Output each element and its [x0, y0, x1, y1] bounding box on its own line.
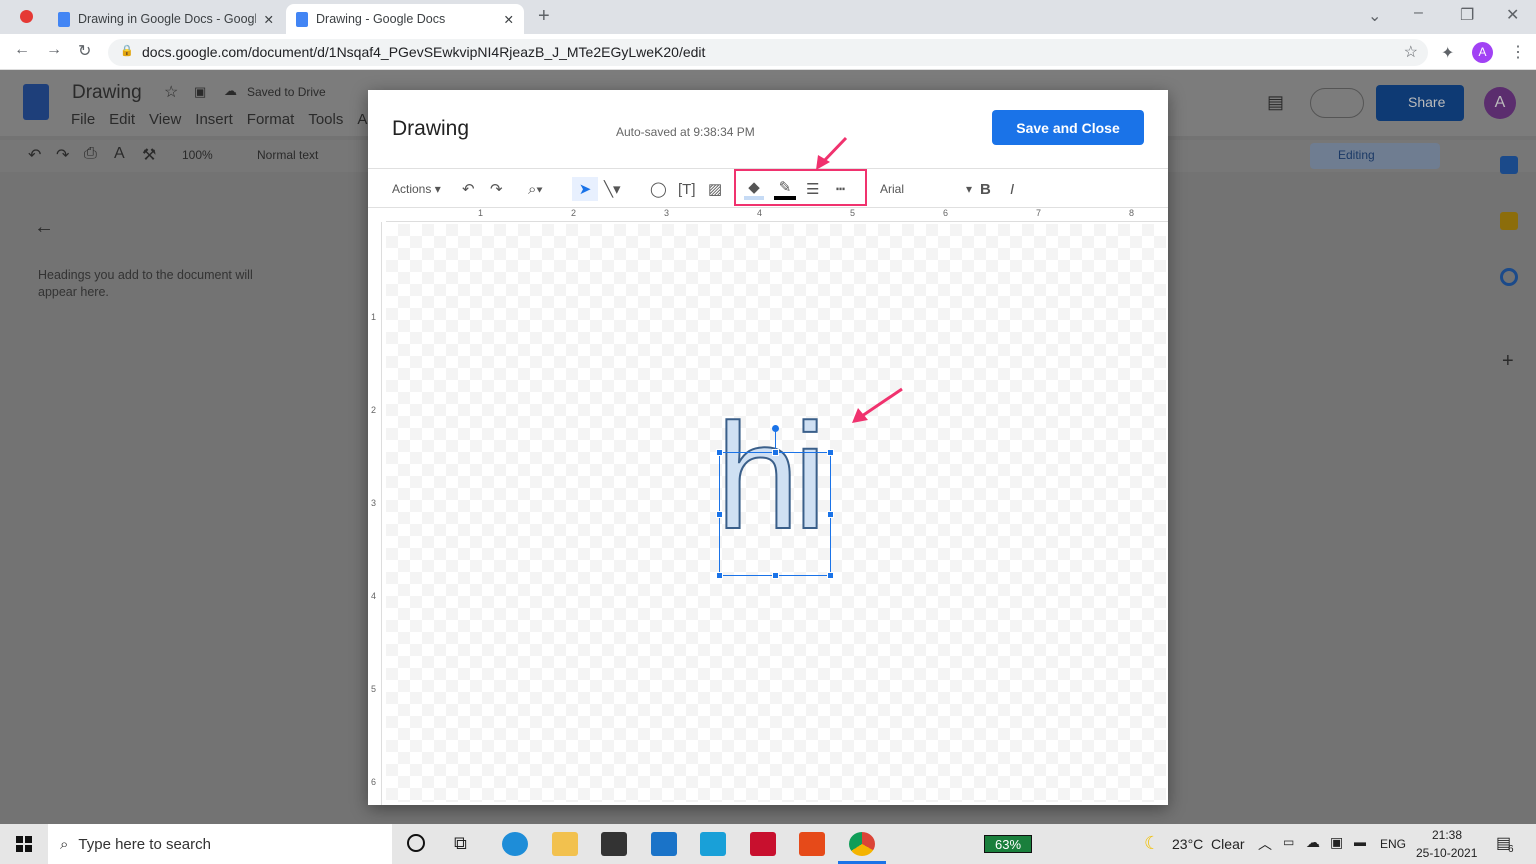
file-explorer-icon[interactable]	[552, 832, 578, 856]
add-addon-icon[interactable]: +	[1502, 350, 1514, 373]
arrow-icon	[861, 387, 903, 418]
annotation-arrows	[816, 136, 903, 423]
chrome-icon[interactable]	[849, 832, 875, 856]
battery-widget[interactable]: 63%	[984, 835, 1032, 853]
battery-icon[interactable]: ▬	[1354, 835, 1366, 849]
edge-icon[interactable]	[502, 832, 528, 856]
clock-time[interactable]: 21:38	[1432, 828, 1462, 842]
store-icon[interactable]	[601, 832, 627, 856]
side-panel: +	[1490, 150, 1530, 390]
search-placeholder: Type here to search	[78, 835, 211, 853]
search-icon: ⌕	[60, 835, 69, 853]
taskbar-search[interactable]: ⌕ Type here to search	[48, 824, 392, 864]
tasks-icon[interactable]	[1500, 268, 1518, 286]
taskbar: ⌕ Type here to search ⧉ 63% ☾ 23°C Clear …	[0, 824, 1536, 864]
weather-text[interactable]: 23°C Clear	[1172, 836, 1245, 852]
calendar-icon[interactable]	[1500, 156, 1518, 174]
clock-date[interactable]: 25-10-2021	[1416, 846, 1477, 860]
app-l-icon[interactable]	[700, 832, 726, 856]
mail-icon[interactable]	[651, 832, 677, 856]
notification-count: 6	[1508, 844, 1514, 855]
keep-icon[interactable]	[1500, 212, 1518, 230]
network-icon[interactable]: ▣	[1330, 834, 1343, 851]
task-view-icon[interactable]: ⧉	[454, 833, 467, 854]
arrow-icon	[820, 136, 848, 165]
meet-icon[interactable]: ▭	[1283, 835, 1294, 849]
office-icon[interactable]	[799, 832, 825, 856]
cortana-icon[interactable]	[407, 834, 425, 852]
tray-chevron-icon[interactable]: ︿	[1258, 834, 1272, 854]
language-indicator[interactable]: ENG	[1380, 837, 1406, 851]
onedrive-icon[interactable]: ☁	[1306, 834, 1320, 851]
weather-moon-icon: ☾	[1144, 833, 1161, 853]
mcafee-icon[interactable]	[750, 832, 776, 856]
windows-start-icon[interactable]	[16, 836, 32, 852]
